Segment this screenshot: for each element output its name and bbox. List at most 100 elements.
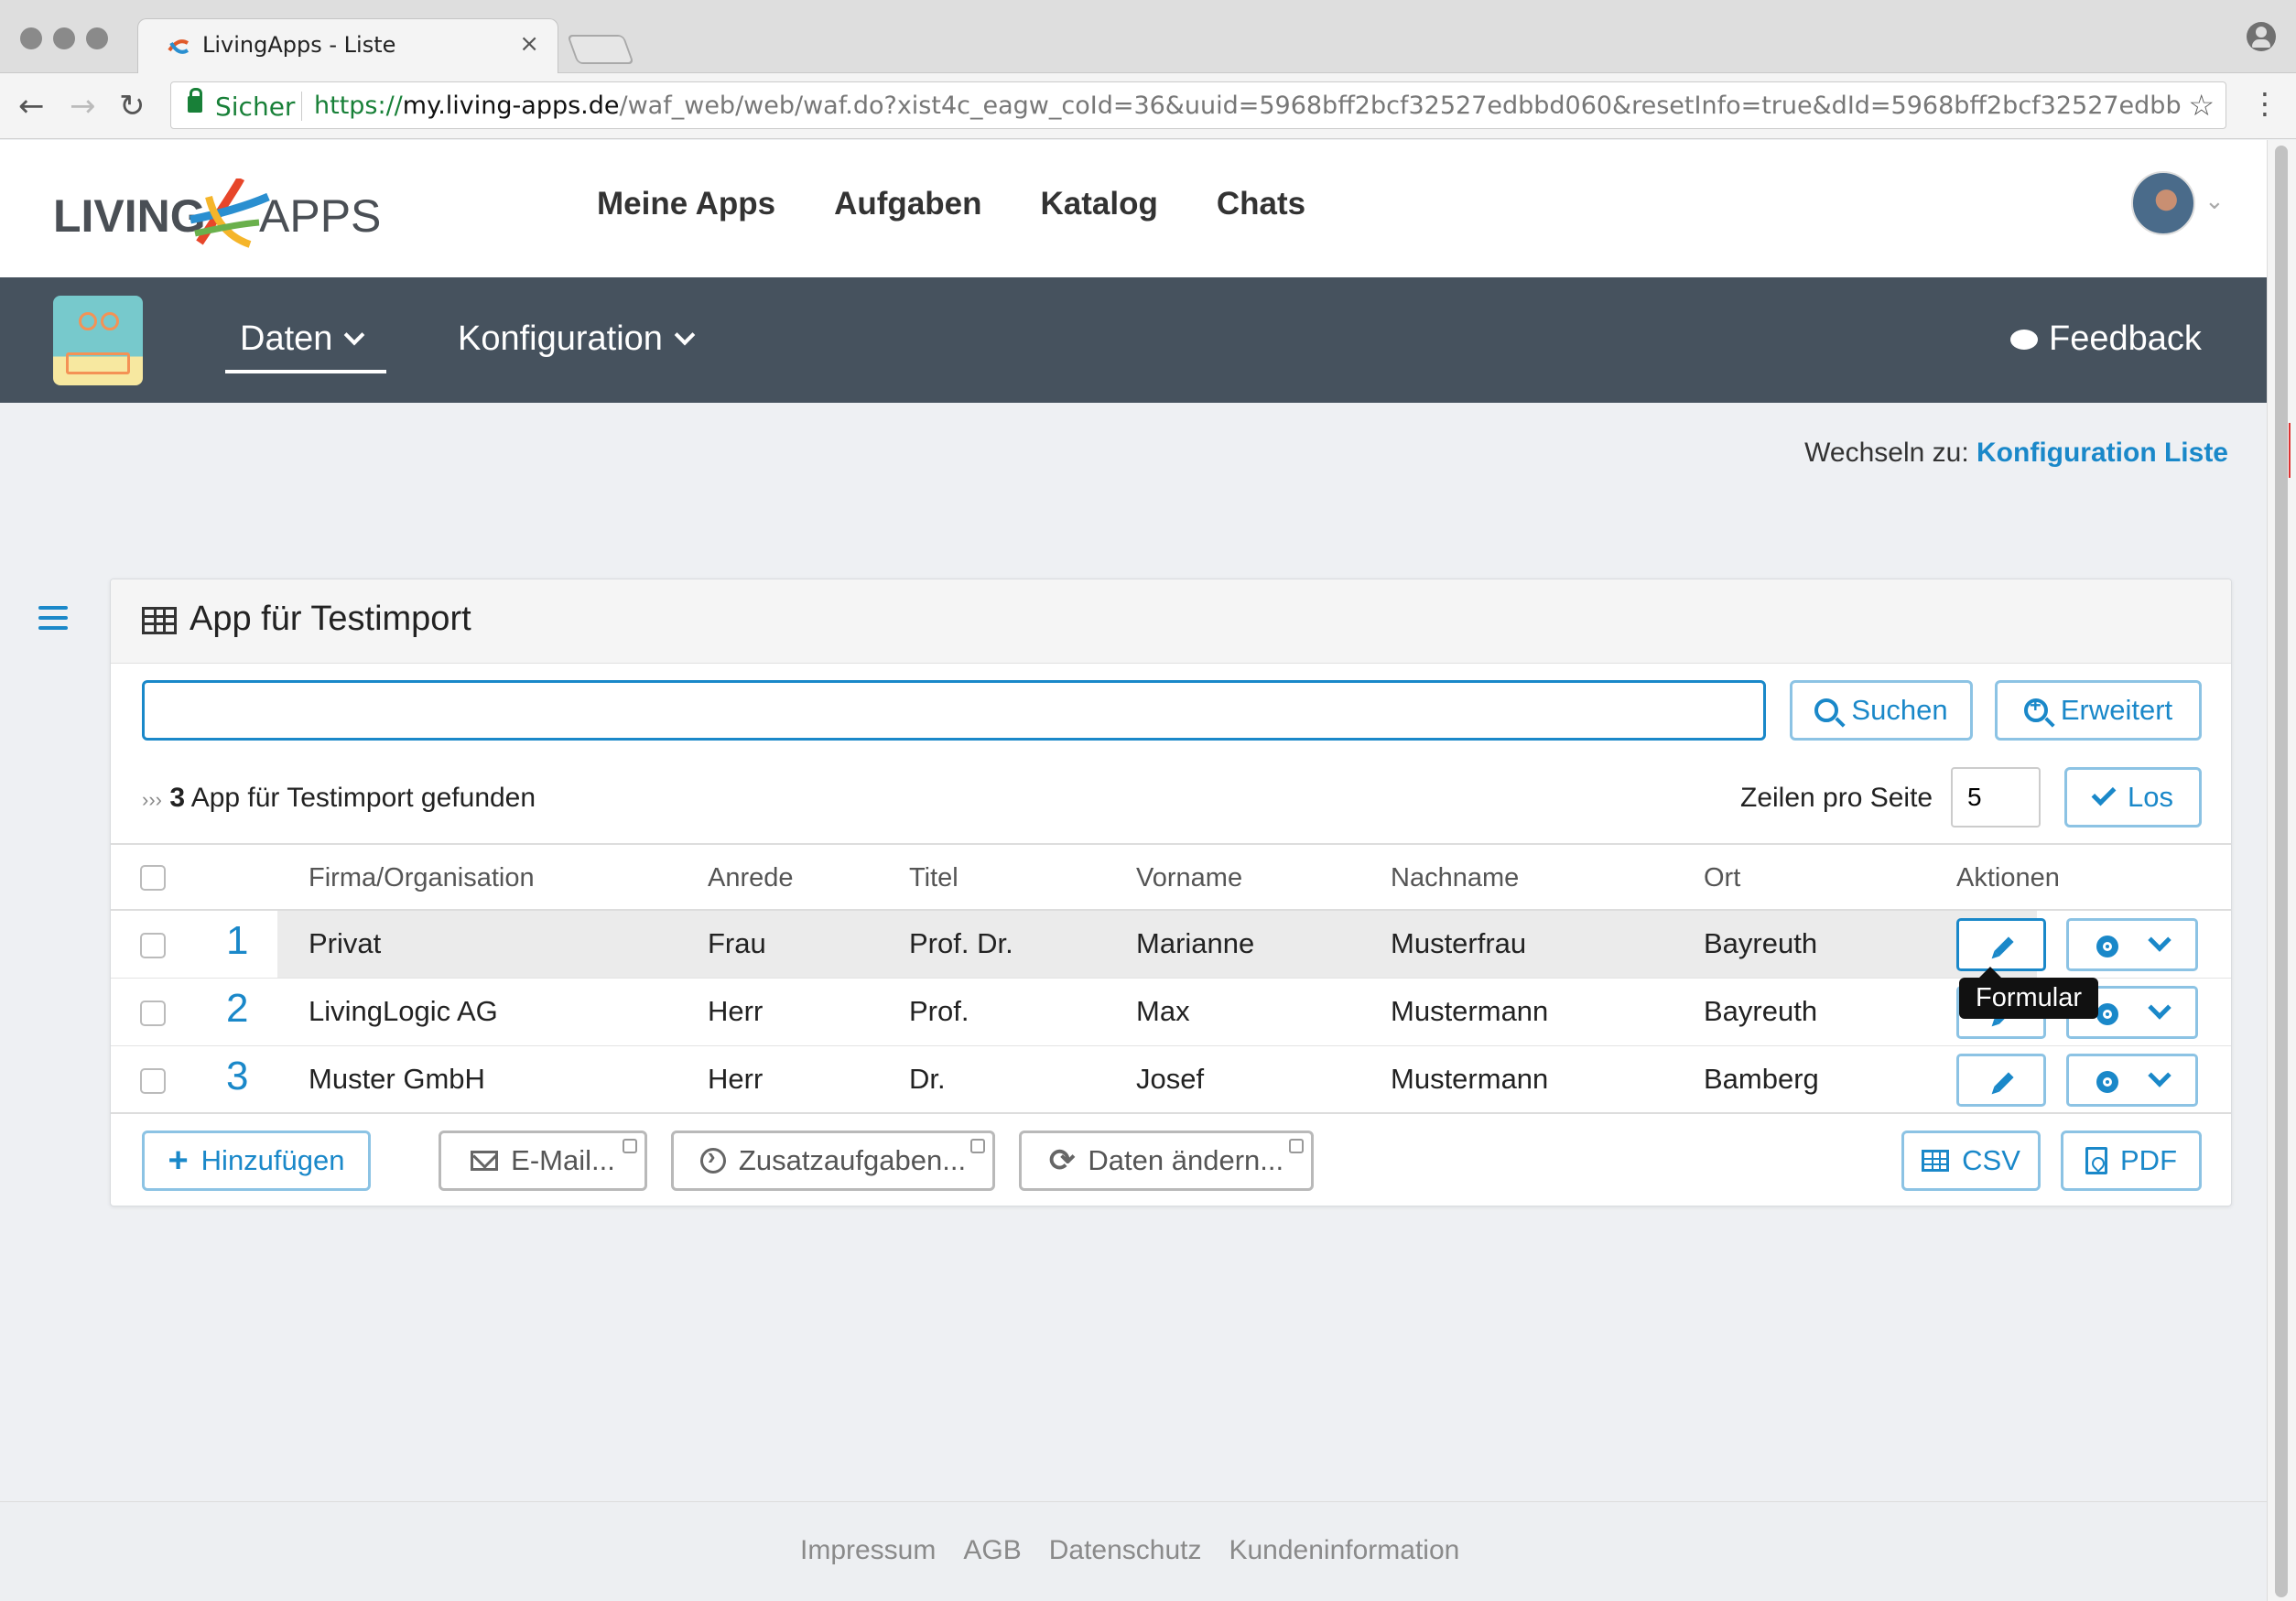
row-number[interactable]: 1	[226, 918, 248, 964]
change-data-option-checkbox[interactable]	[1289, 1139, 1304, 1153]
add-button[interactable]: + Hinzufügen	[142, 1130, 371, 1191]
bookmark-star-icon[interactable]: ☆	[2188, 88, 2215, 123]
page-footer: Impressum AGB Datenschutz Kundeninformat…	[0, 1501, 2267, 1601]
edit-tooltip: Formular	[1959, 967, 2099, 1019]
address-bar[interactable]: Sicher https://my.living-apps.de/waf_web…	[170, 81, 2226, 129]
url-path: /waf_web/web/waf.do?xist4c_eagw_coId=36&…	[619, 92, 2182, 120]
extra-tasks-label: Zusatzaufgaben...	[738, 1144, 967, 1176]
sidebar-toggle-menu-icon[interactable]	[38, 606, 68, 630]
app-header: LIVING APPS Meine Apps Aufgaben Katalog …	[0, 140, 2267, 277]
nav-chats[interactable]: Chats	[1217, 186, 1305, 222]
csv-export-button[interactable]: CSV	[1901, 1130, 2041, 1191]
pencil-icon	[1994, 936, 2014, 957]
select-all-checkbox[interactable]	[140, 865, 166, 891]
cell-anrede: Frau	[708, 927, 766, 959]
user-menu-chevron-down-icon[interactable]: ⌄	[2204, 188, 2225, 215]
advanced-search-button[interactable]: Erweitert	[1995, 680, 2202, 741]
result-count: ››› 3 App für Testimport gefunden	[142, 783, 536, 814]
switch-view: Wechseln zu: Konfiguration Liste	[1804, 438, 2228, 469]
app-icon[interactable]	[53, 296, 143, 385]
csv-label: CSV	[1962, 1144, 2020, 1176]
page-scrollbar[interactable]	[2267, 140, 2296, 1601]
user-avatar[interactable]	[2131, 171, 2195, 235]
col-vorname[interactable]: Vorname	[1136, 863, 1242, 893]
data-table: Firma/Organisation Anrede Titel Vorname …	[111, 843, 2231, 1114]
window-close-icon[interactable]	[20, 27, 42, 49]
switch-link-konfiguration-liste[interactable]: Konfiguration Liste	[1977, 438, 2228, 468]
back-arrow-icon[interactable]: ←	[18, 88, 45, 124]
search-input[interactable]	[142, 680, 1766, 741]
footer-link-datenschutz[interactable]: Datenschutz	[1049, 1535, 1202, 1566]
row-checkbox[interactable]	[140, 933, 166, 958]
window-zoom-icon[interactable]	[86, 27, 108, 49]
panel-title: App für Testimport	[190, 600, 471, 638]
refresh-icon: ⟳	[1048, 1143, 1076, 1178]
extra-tasks-option-checkbox[interactable]	[970, 1139, 985, 1153]
zoom-in-icon	[2023, 694, 2048, 722]
address-separator	[301, 92, 302, 121]
chevron-down-icon	[2148, 1064, 2171, 1087]
livingapps-logo[interactable]: LIVING APPS	[53, 178, 419, 252]
nav-katalog[interactable]: Katalog	[1041, 186, 1158, 222]
list-panel: App für Testimport Suchen Erweitert ››› …	[110, 579, 2232, 1206]
row-number[interactable]: 2	[226, 986, 248, 1032]
table-row[interactable]: 2 LivingLogic AG Herr Prof. Max Musterma…	[111, 979, 2231, 1046]
nav-meine-apps[interactable]: Meine Apps	[597, 186, 775, 222]
row-actions-dropdown[interactable]	[2066, 1054, 2198, 1107]
envelope-icon	[471, 1151, 499, 1171]
browser-tab[interactable]: LivingApps - Liste ×	[137, 18, 558, 74]
row-checkbox[interactable]	[140, 1068, 166, 1094]
col-nachname[interactable]: Nachname	[1391, 863, 1519, 893]
pdf-label: PDF	[2120, 1144, 2177, 1176]
browser-menu-icon[interactable]: ⋮	[2250, 86, 2280, 121]
tab-close-icon[interactable]: ×	[519, 30, 539, 58]
new-tab-button[interactable]	[567, 35, 634, 64]
window-minimize-icon[interactable]	[53, 27, 75, 49]
logo-text-apps: APPS	[259, 190, 381, 242]
browser-toolbar: ← → ↻ Sicher https://my.living-apps.de/w…	[0, 73, 2296, 139]
reload-icon[interactable]: ↻	[119, 88, 146, 124]
feedback-button[interactable]: Feedback	[2010, 319, 2202, 359]
change-data-button[interactable]: ⟳ Daten ändern...	[1019, 1130, 1314, 1191]
pdf-export-button[interactable]: PDF	[2061, 1130, 2202, 1191]
footer-links: Impressum AGB Datenschutz Kundeninformat…	[800, 1535, 1459, 1566]
cell-ort: Bayreuth	[1704, 927, 1818, 959]
extra-tasks-button[interactable]: Zusatzaufgaben...	[671, 1130, 995, 1191]
edit-form-button[interactable]	[1956, 1054, 2046, 1107]
table-row[interactable]: 3 Muster GmbH Herr Dr. Josef Mustermann …	[111, 1046, 2231, 1114]
subnav-daten[interactable]: Daten	[240, 319, 365, 359]
panel-header: App für Testimport	[111, 579, 2231, 664]
email-option-checkbox[interactable]	[623, 1139, 637, 1153]
table-row[interactable]: 1 Privat Frau Prof. Dr. Marianne Musterf…	[111, 911, 2231, 979]
subnav-daten-label: Daten	[240, 319, 333, 358]
nav-aufgaben[interactable]: Aufgaben	[834, 186, 981, 222]
main-nav: Meine Apps Aufgaben Katalog Chats	[597, 186, 1305, 222]
table-icon	[1922, 1150, 1950, 1172]
row-checkbox[interactable]	[140, 1001, 166, 1026]
subnav-konfiguration[interactable]: Konfiguration	[458, 319, 696, 359]
scrollbar-thumb[interactable]	[2275, 146, 2288, 1597]
col-firma[interactable]: Firma/Organisation	[309, 863, 535, 893]
cell-ort: Bayreuth	[1704, 995, 1818, 1027]
url-scheme: https://	[314, 92, 403, 120]
rows-per-page-input[interactable]	[1951, 767, 2041, 828]
row-actions-dropdown[interactable]	[2066, 918, 2198, 971]
col-anrede[interactable]: Anrede	[708, 863, 794, 893]
circle-arrow-right-icon	[699, 1142, 726, 1174]
search-button[interactable]: Suchen	[1790, 680, 1973, 741]
edit-form-button[interactable]	[1956, 918, 2046, 971]
search-icon	[1814, 698, 1839, 722]
browser-tabstrip: LivingApps - Liste ×	[0, 0, 2296, 74]
row-number[interactable]: 3	[226, 1054, 248, 1099]
footer-link-kundeninformation[interactable]: Kundeninformation	[1229, 1535, 1459, 1566]
forward-arrow-icon[interactable]: →	[70, 88, 96, 124]
footer-link-impressum[interactable]: Impressum	[800, 1535, 936, 1566]
pencil-icon	[1994, 1072, 2014, 1092]
url-text[interactable]: https://my.living-apps.de/waf_web/web/wa…	[314, 92, 2182, 120]
email-button[interactable]: E-Mail...	[439, 1130, 647, 1191]
footer-link-agb[interactable]: AGB	[963, 1535, 1021, 1566]
browser-profile-icon[interactable]	[2247, 22, 2276, 51]
go-button[interactable]: Los	[2064, 767, 2202, 828]
col-titel[interactable]: Titel	[909, 863, 958, 893]
col-ort[interactable]: Ort	[1704, 863, 1740, 893]
